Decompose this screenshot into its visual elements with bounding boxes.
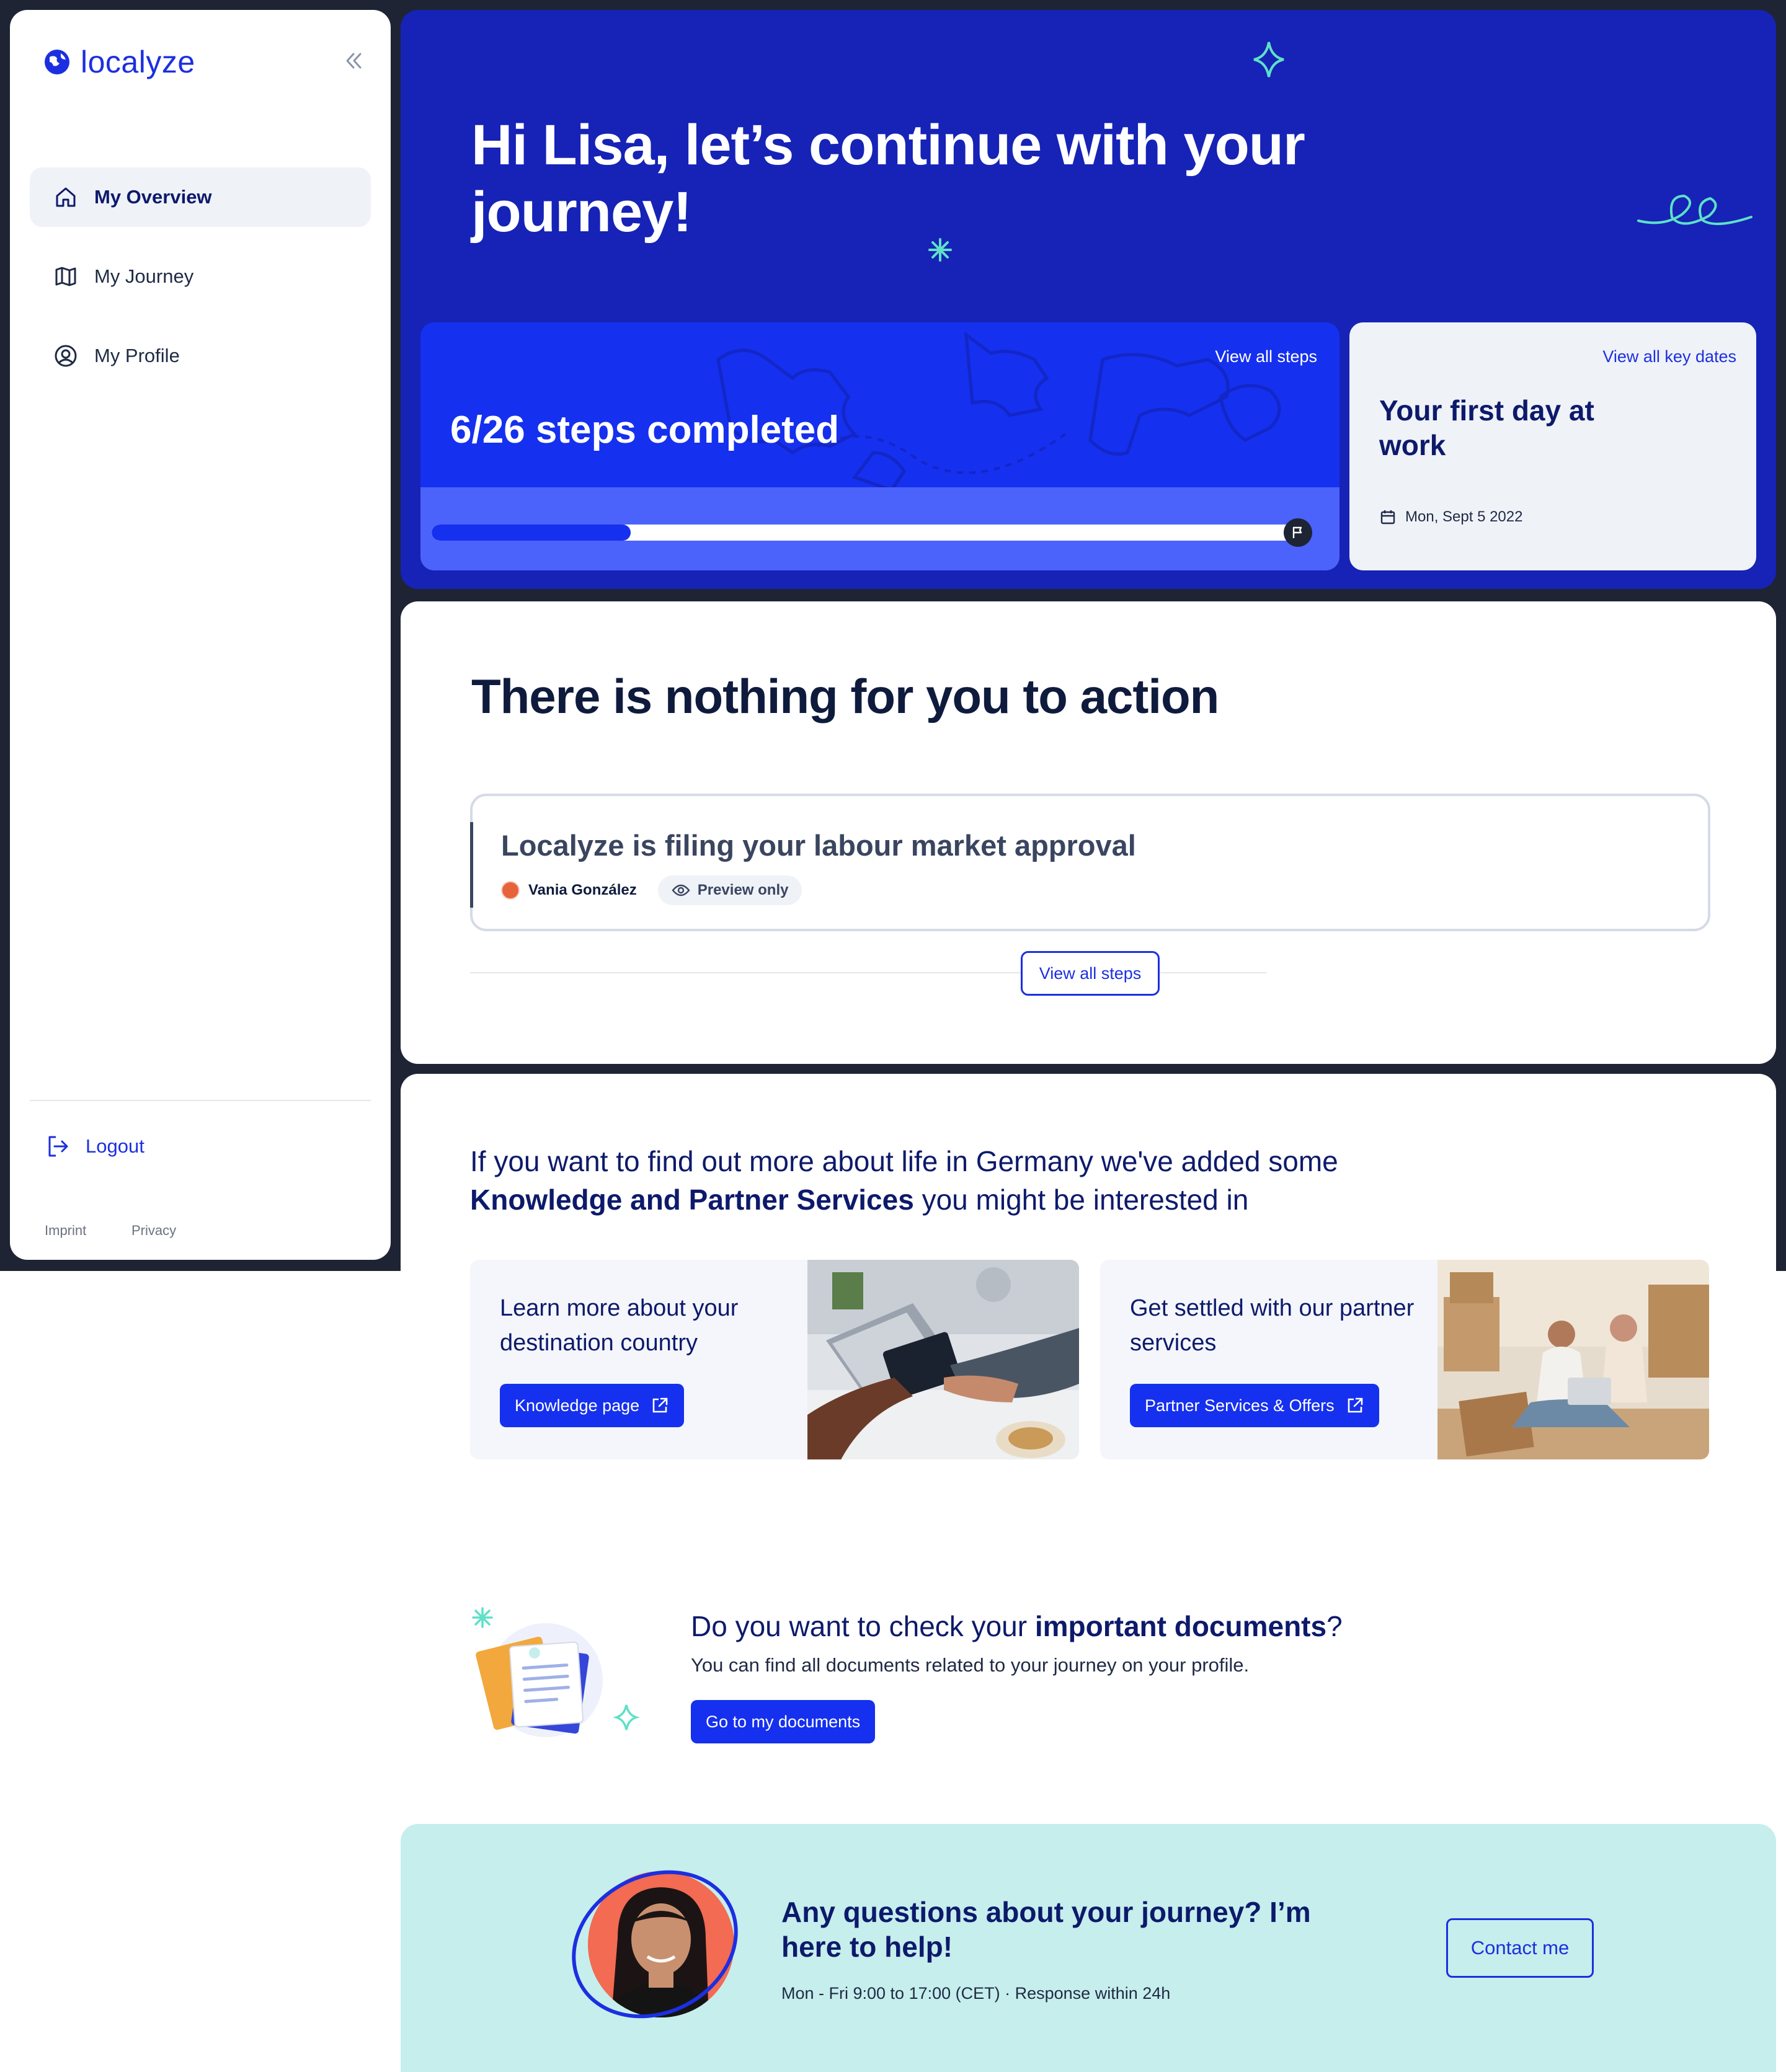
contact-title: Any questions about your journey? I’m he… bbox=[781, 1896, 1311, 1963]
assignee-name: Vania González bbox=[528, 882, 637, 898]
sidebar: localyze My Overview My Journey My Profi… bbox=[10, 10, 391, 1260]
user-circle-icon bbox=[55, 345, 77, 367]
logout-label: Logout bbox=[86, 1135, 144, 1157]
go-to-documents-button[interactable]: Go to my documents bbox=[691, 1700, 876, 1743]
documents-title-text: Do you want to check your bbox=[691, 1610, 1035, 1642]
action-title: There is nothing for you to action bbox=[471, 669, 1219, 724]
key-date-value: Mon, Sept 5 2022 bbox=[1405, 508, 1523, 525]
hero-banner: Hi Lisa, let’s continue with your journe… bbox=[401, 10, 1776, 589]
documents-title: Do you want to check your important docu… bbox=[691, 1609, 1343, 1643]
key-date-row: Mon, Sept 5 2022 bbox=[1379, 508, 1522, 526]
sidebar-item-label: My Overview bbox=[94, 186, 212, 208]
home-icon bbox=[56, 187, 76, 207]
task-card[interactable]: Localyze is filing your labour market ap… bbox=[470, 794, 1710, 931]
preview-only-label: Preview only bbox=[697, 882, 789, 898]
partner-services-label: Partner Services & Offers bbox=[1145, 1396, 1335, 1415]
steps-completed-title: 6/26 steps completed bbox=[450, 409, 840, 451]
sidebar-item-label: My Journey bbox=[94, 265, 194, 287]
contact-me-button[interactable]: Contact me bbox=[1446, 1918, 1594, 1978]
external-link-icon bbox=[652, 1397, 668, 1413]
sidebar-item-my-overview[interactable]: My Overview bbox=[30, 167, 371, 227]
hero-title: Hi Lisa, let’s continue with your journe… bbox=[471, 113, 1305, 244]
preview-only-badge: Preview only bbox=[657, 875, 802, 905]
task-meta: Vania González Preview only bbox=[501, 875, 802, 905]
knowledge-intro: If you want to find out more about life … bbox=[470, 1142, 1400, 1219]
map-icon bbox=[55, 267, 76, 286]
sidebar-item-label: My Profile bbox=[94, 345, 180, 366]
logo[interactable]: localyze bbox=[43, 45, 195, 79]
sidebar-divider bbox=[30, 1100, 371, 1101]
logo-text: localyze bbox=[81, 45, 195, 79]
logout-button[interactable]: Logout bbox=[45, 1133, 144, 1159]
sidebar-item-my-profile[interactable]: My Profile bbox=[30, 326, 371, 386]
calendar-icon bbox=[1380, 510, 1395, 525]
knowledge-card: Learn more about your destination countr… bbox=[470, 1260, 1079, 1459]
partner-card-title: Get settled with our partner services bbox=[1130, 1295, 1415, 1356]
action-panel: There is nothing for you to action Local… bbox=[401, 601, 1776, 1064]
knowledge-page-label: Knowledge page bbox=[515, 1396, 640, 1415]
moving-couple-photo bbox=[1437, 1260, 1709, 1459]
external-link-icon bbox=[1348, 1397, 1362, 1413]
view-all-key-dates-link[interactable]: View all key dates bbox=[1602, 347, 1736, 366]
knowledge-card-title: Learn more about your destination countr… bbox=[500, 1295, 739, 1356]
contact-hours: Mon - Fri 9:00 to 17:00 (CET) · Response… bbox=[781, 1984, 1171, 2003]
view-all-steps-button[interactable]: View all steps bbox=[1021, 951, 1160, 996]
finish-flag-icon bbox=[1284, 518, 1312, 547]
logout-icon bbox=[48, 1136, 68, 1157]
passport-handover-photo bbox=[807, 1260, 1079, 1459]
key-date-card[interactable]: View all key dates Your first day at wor… bbox=[1349, 322, 1756, 570]
sidebar-item-my-journey[interactable]: My Journey bbox=[30, 247, 371, 306]
knowledge-intro-bold: Knowledge and Partner Services bbox=[470, 1184, 914, 1216]
partner-services-button[interactable]: Partner Services & Offers bbox=[1130, 1384, 1379, 1427]
steps-progress-card[interactable]: View all steps 6/26 steps completed bbox=[420, 322, 1340, 570]
task-accent-bar bbox=[470, 822, 473, 908]
knowledge-intro-text-end: you might be interested in bbox=[913, 1184, 1249, 1216]
documents-subtitle: You can find all documents related to yo… bbox=[691, 1654, 1250, 1676]
collapse-sidebar-icon[interactable] bbox=[341, 48, 366, 73]
assignee-avatar bbox=[501, 881, 520, 900]
documents-title-end: ? bbox=[1326, 1610, 1343, 1642]
documents-title-bold: important documents bbox=[1034, 1610, 1327, 1642]
progress-bar bbox=[432, 525, 1295, 541]
view-all-steps-link[interactable]: View all steps bbox=[1215, 347, 1317, 366]
documents-illustration bbox=[472, 1607, 640, 1737]
globe-logo-icon bbox=[45, 50, 69, 74]
progress-bar-fill bbox=[432, 525, 631, 541]
knowledge-page-button[interactable]: Knowledge page bbox=[500, 1384, 685, 1427]
knowledge-intro-text: If you want to find out more about life … bbox=[470, 1145, 1338, 1177]
key-date-title: Your first day at work bbox=[1379, 394, 1594, 461]
partner-services-card: Get settled with our partner services Pa… bbox=[1100, 1260, 1709, 1459]
privacy-link[interactable]: Privacy bbox=[131, 1223, 176, 1239]
eye-icon bbox=[672, 884, 690, 897]
imprint-link[interactable]: Imprint bbox=[45, 1223, 86, 1239]
advisor-portrait bbox=[572, 1870, 738, 2019]
task-title: Localyze is filing your labour market ap… bbox=[501, 829, 1136, 862]
